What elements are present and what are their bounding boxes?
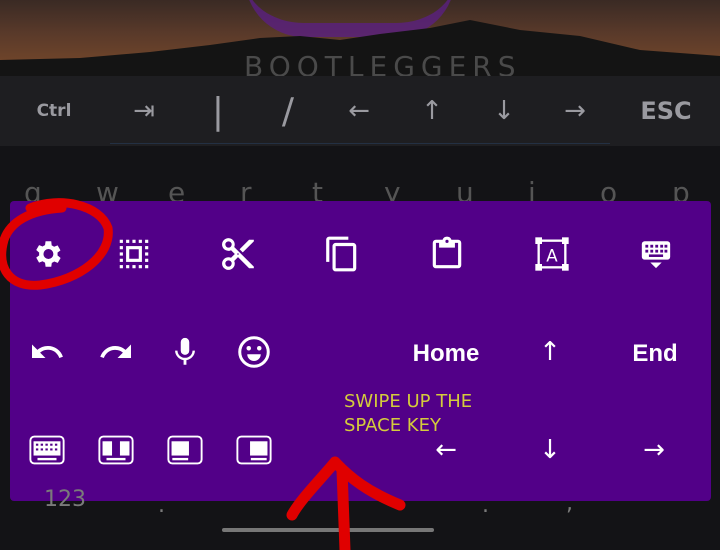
keyboard-right-icon	[236, 435, 272, 465]
keyboard-full-icon	[29, 435, 65, 465]
keyboard-split-icon	[98, 435, 134, 465]
emoji-button[interactable]	[224, 327, 284, 377]
undo-button[interactable]	[17, 327, 77, 377]
keyboard-hide-icon	[641, 241, 671, 269]
redo-button[interactable]	[86, 327, 146, 377]
left-arrow-key[interactable]: ←	[327, 76, 391, 146]
row-divider	[110, 143, 610, 144]
settings-button[interactable]	[17, 229, 77, 279]
background-banner: BOOTLEGGERS	[0, 0, 720, 76]
select-all-button[interactable]	[104, 229, 164, 279]
down-arrow-button[interactable]: ↓	[520, 425, 580, 475]
copy-button[interactable]	[312, 229, 372, 279]
brand-text: BOOTLEGGERS	[244, 50, 522, 76]
clipboard-icon	[432, 236, 462, 269]
keyboard-right-button[interactable]	[224, 425, 284, 475]
numbers-key[interactable]: 123	[44, 487, 86, 512]
comma-key[interactable]: ,	[566, 491, 573, 516]
bottom-keyboard-row: 123 . . ,	[0, 485, 720, 550]
slash-key[interactable]: /	[256, 76, 320, 146]
right-arrow-key[interactable]: →	[543, 76, 607, 146]
extra-keys-row: Ctrl ⇥ | / ← ↑ ↓ → ESC	[0, 76, 720, 146]
paste-button[interactable]	[417, 229, 477, 279]
clipboard-panel: A Home ↑ End ← ↓ →	[10, 201, 711, 501]
redo-icon	[100, 344, 131, 358]
gear-icon	[36, 241, 61, 267]
keyboard-left-button[interactable]	[155, 425, 215, 475]
keyboard-full-button[interactable]	[17, 425, 77, 475]
end-key[interactable]: End	[605, 329, 705, 379]
svg-text:A: A	[546, 247, 558, 266]
keyboard-left-icon	[167, 435, 203, 465]
home-key[interactable]: Home	[396, 329, 496, 379]
up-arrow-button[interactable]: ↑	[520, 327, 580, 377]
emoji-icon	[238, 336, 270, 368]
pipe-key[interactable]: |	[186, 76, 250, 146]
voice-input-button[interactable]	[155, 327, 215, 377]
hide-keyboard-button[interactable]	[626, 229, 686, 279]
up-arrow-key[interactable]: ↑	[400, 76, 464, 146]
esc-key[interactable]: ESC	[624, 76, 708, 146]
tab-key[interactable]: ⇥	[112, 76, 176, 146]
scissors-icon	[222, 238, 254, 270]
spacebar[interactable]	[222, 528, 434, 532]
select-text-button[interactable]: A	[522, 229, 582, 279]
ctrl-key[interactable]: Ctrl	[18, 76, 90, 146]
period-key[interactable]: .	[158, 493, 165, 518]
keyboard-split-button[interactable]	[86, 425, 146, 475]
cut-button[interactable]	[208, 229, 268, 279]
annotation-line-1: SWIPE UP THE	[344, 391, 473, 412]
undo-icon	[32, 344, 63, 358]
select-all-icon	[119, 239, 149, 269]
microphone-icon	[175, 337, 195, 365]
dot-key[interactable]: .	[482, 493, 489, 518]
swipe-hint-annotation: SWIPE UP THE SPACE KEY	[344, 390, 524, 438]
text-select-icon: A	[535, 237, 569, 271]
right-arrow-button[interactable]: →	[624, 425, 684, 475]
annotation-line-2: SPACE KEY	[344, 415, 441, 436]
copy-icon	[326, 236, 357, 272]
down-arrow-key[interactable]: ↓	[472, 76, 536, 146]
